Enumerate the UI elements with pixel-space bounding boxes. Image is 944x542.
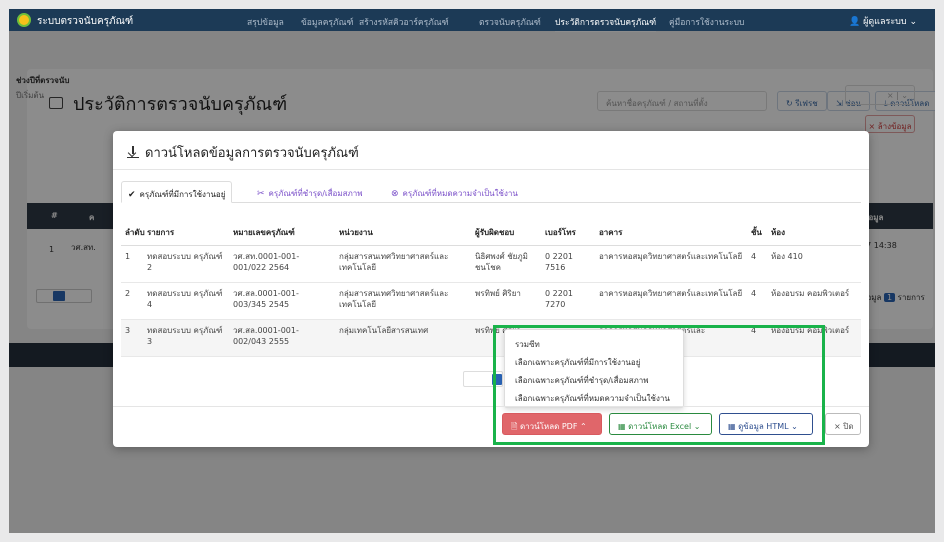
cell: ห้อง 410 xyxy=(767,245,861,283)
logo-icon xyxy=(17,13,31,27)
cell: 0 2201 7516 xyxy=(541,245,595,283)
cell: 4 xyxy=(747,245,767,283)
check-icon: ✔ xyxy=(128,190,136,200)
tab-bar: ✔ ครุภัณฑ์ที่มีการใช้งานอยู่ ✂ ครุภัณฑ์ที่… xyxy=(121,181,861,203)
cell: อาคารหอสมุดวิทยาศาสตร์และเทคโนโลยี xyxy=(595,282,747,320)
close-button[interactable]: × ปิด xyxy=(825,413,861,435)
cell: กลุ่มเทคโนโลยีสารสนเทศ xyxy=(335,319,471,357)
nav-item-qrcode[interactable]: สร้างรหัสคิวอาร์ครุภัณฑ์ xyxy=(359,15,449,29)
brand-title: ระบบตรวจนับครุภัณฑ์ xyxy=(37,16,134,27)
col-department: หน่วยงาน xyxy=(335,220,471,246)
col-responsible: ผู้รับผิดชอบ xyxy=(471,220,541,246)
cell: กลุ่มสารสนเทศวิทยาศาสตร์และเทคโนโลยี xyxy=(335,245,471,283)
nav-item-manual[interactable]: คู่มือการใช้งานระบบ xyxy=(669,15,744,29)
nav-item-check[interactable]: ตรวจนับครุภัณฑ์ xyxy=(479,15,541,29)
cell: อาคารหอสมุดวิทยาศาสตร์และเทคโนโลยี xyxy=(595,245,747,283)
cell: ทดสอบระบบ ครุภัณฑ์ 3 xyxy=(143,319,229,357)
tab-damaged-assets[interactable]: ✂ ครุภัณฑ์ที่ชำรุด/เสื่อมสภาพ xyxy=(251,181,369,203)
user-icon: 👤 xyxy=(848,17,864,27)
cell: วศ.สล.0001-001-003/345 2545 xyxy=(229,282,335,320)
cell: 0 2201 7270 xyxy=(541,282,595,320)
table-header-row: ลำดับ รายการ หมายเลขครุภัณฑ์ หน่วยงาน ผู… xyxy=(121,220,861,246)
col-item: รายการ xyxy=(143,220,229,246)
cell: 3 xyxy=(121,319,143,357)
user-menu[interactable]: 👤 ผู้ดูแลระบบ ⌄ xyxy=(849,14,917,28)
cell: ทดสอบระบบ ครุภัณฑ์ 2 xyxy=(143,245,229,283)
col-floor: ชั้น xyxy=(747,220,767,246)
cell: พรทิพย์ ศิริยา xyxy=(471,282,541,320)
table-row: 1 ทดสอบระบบ ครุภัณฑ์ 2 วศ.สท.0001-001-00… xyxy=(121,245,861,283)
navbar: ระบบตรวจนับครุภัณฑ์ สรุปข้อมูล ข้อมูลครุ… xyxy=(9,9,935,32)
nav-item-summary[interactable]: สรุปข้อมูล xyxy=(247,15,284,29)
col-asset-number: หมายเลขครุภัณฑ์ xyxy=(229,220,335,246)
download-icon xyxy=(127,146,139,158)
tools-icon: ✂ xyxy=(257,189,265,199)
tab-active-assets[interactable]: ✔ ครุภัณฑ์ที่มีการใช้งานอยู่ xyxy=(121,181,233,203)
cancel-circle-icon: ⊗ xyxy=(391,189,399,199)
table-row: 2 ทดสอบระบบ ครุภัณฑ์ 4 วศ.สล.0001-001-00… xyxy=(121,282,861,320)
cell: กลุ่มสารสนเทศวิทยาศาสตร์และเทคโนโลยี xyxy=(335,282,471,320)
cell: นิธิศพงศ์ ชัยภูมิชนโชค xyxy=(471,245,541,283)
app-window: ระบบตรวจนับครุภัณฑ์ สรุปข้อมูล ข้อมูลครุ… xyxy=(9,9,935,533)
tab-unneeded-assets[interactable]: ⊗ ครุภัณฑ์ที่หมดความจำเป็นใช้งาน xyxy=(385,181,524,203)
cell: วศ.สท.0001-001-001/022 2564 xyxy=(229,245,335,283)
highlight-box xyxy=(493,325,825,445)
col-order: ลำดับ xyxy=(121,220,145,246)
col-building: อาคาร xyxy=(595,220,747,246)
cell: 4 xyxy=(747,282,767,320)
cell: ห้องอบรม คอมพิวเตอร์ xyxy=(767,282,861,320)
divider xyxy=(113,169,869,170)
col-phone: เบอร์โทร xyxy=(541,220,595,246)
col-room: ห้อง xyxy=(767,220,861,246)
cell: วศ.สล.0001-001-002/043 2555 xyxy=(229,319,335,357)
nav-item-assets[interactable]: ข้อมูลครุภัณฑ์ xyxy=(301,15,354,29)
cell: 1 xyxy=(121,245,143,283)
nav-item-history[interactable]: ประวัติการตรวจนับครุภัณฑ์ xyxy=(555,15,657,32)
cell: 2 xyxy=(121,282,143,320)
modal-title: ดาวน์โหลดข้อมูลการตรวจนับครุภัณฑ์ xyxy=(127,142,359,163)
cell: ทดสอบระบบ ครุภัณฑ์ 4 xyxy=(143,282,229,320)
